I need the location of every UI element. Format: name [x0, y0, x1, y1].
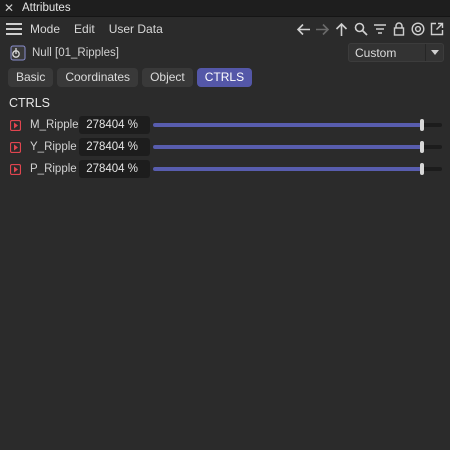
- slider-fill: [153, 123, 422, 127]
- object-row: Null [01_Ripples] Custom: [0, 41, 450, 65]
- lock-icon[interactable]: [389, 20, 408, 38]
- slider-handle[interactable]: [419, 119, 424, 131]
- param-label: Y_Ripple: [30, 141, 77, 153]
- slider-handle[interactable]: [419, 141, 424, 153]
- param-slider[interactable]: [153, 136, 442, 158]
- keyframe-icon[interactable]: [9, 119, 22, 131]
- menu-mode[interactable]: Mode: [30, 22, 60, 36]
- menu-user-data[interactable]: User Data: [109, 22, 163, 36]
- param-label: M_Ripple: [30, 119, 79, 131]
- arrow-left-icon[interactable]: [294, 20, 313, 38]
- param-slider[interactable]: [153, 158, 442, 180]
- toolbar: [294, 20, 446, 38]
- filter-icon[interactable]: [370, 20, 389, 38]
- arrow-right-icon[interactable]: [313, 20, 332, 38]
- param-value-field[interactable]: 278404 %: [79, 116, 150, 134]
- slider-fill: [153, 145, 422, 149]
- slider-fill: [153, 167, 422, 171]
- window-titlebar: ✕ Attributes: [0, 0, 450, 17]
- section-title: CTRLS: [9, 96, 50, 110]
- close-icon[interactable]: ✕: [0, 1, 18, 15]
- keyframe-icon[interactable]: [9, 163, 22, 175]
- tab-coordinates[interactable]: Coordinates: [57, 67, 139, 87]
- tab-bar: Basic Coordinates Object CTRLS: [0, 65, 450, 89]
- menu-bar: Mode Edit User Data: [0, 17, 450, 41]
- null-object-icon: [10, 45, 26, 61]
- param-value-field[interactable]: 278404 %: [79, 160, 150, 178]
- tab-object[interactable]: Object: [142, 67, 193, 87]
- param-label: P_Ripple: [30, 163, 77, 175]
- parameter-list: M_Ripple 278404 % Y_Ripple 278404 % P_Ri…: [0, 114, 450, 180]
- slider-handle[interactable]: [419, 163, 424, 175]
- keyframe-icon[interactable]: [9, 141, 22, 153]
- tab-basic[interactable]: Basic: [8, 67, 54, 87]
- target-icon[interactable]: [408, 20, 427, 38]
- param-row-p-ripple: P_Ripple 278404 %: [0, 158, 450, 180]
- hamburger-menu-icon[interactable]: [6, 23, 22, 35]
- preset-dropdown[interactable]: Custom: [348, 43, 444, 62]
- arrow-up-icon[interactable]: [332, 20, 351, 38]
- param-slider[interactable]: [153, 114, 442, 136]
- open-window-icon[interactable]: [427, 20, 446, 38]
- param-row-y-ripple: Y_Ripple 278404 %: [0, 136, 450, 158]
- search-icon[interactable]: [351, 20, 370, 38]
- window-title: Attributes: [22, 2, 71, 14]
- preset-value: Custom: [355, 45, 397, 60]
- object-name: Null [01_Ripples]: [32, 47, 119, 59]
- param-value-field[interactable]: 278404 %: [79, 138, 150, 156]
- chevron-down-icon[interactable]: [425, 44, 443, 61]
- tab-ctrls[interactable]: CTRLS: [196, 67, 253, 87]
- menu-edit[interactable]: Edit: [74, 22, 95, 36]
- param-row-m-ripple: M_Ripple 278404 %: [0, 114, 450, 136]
